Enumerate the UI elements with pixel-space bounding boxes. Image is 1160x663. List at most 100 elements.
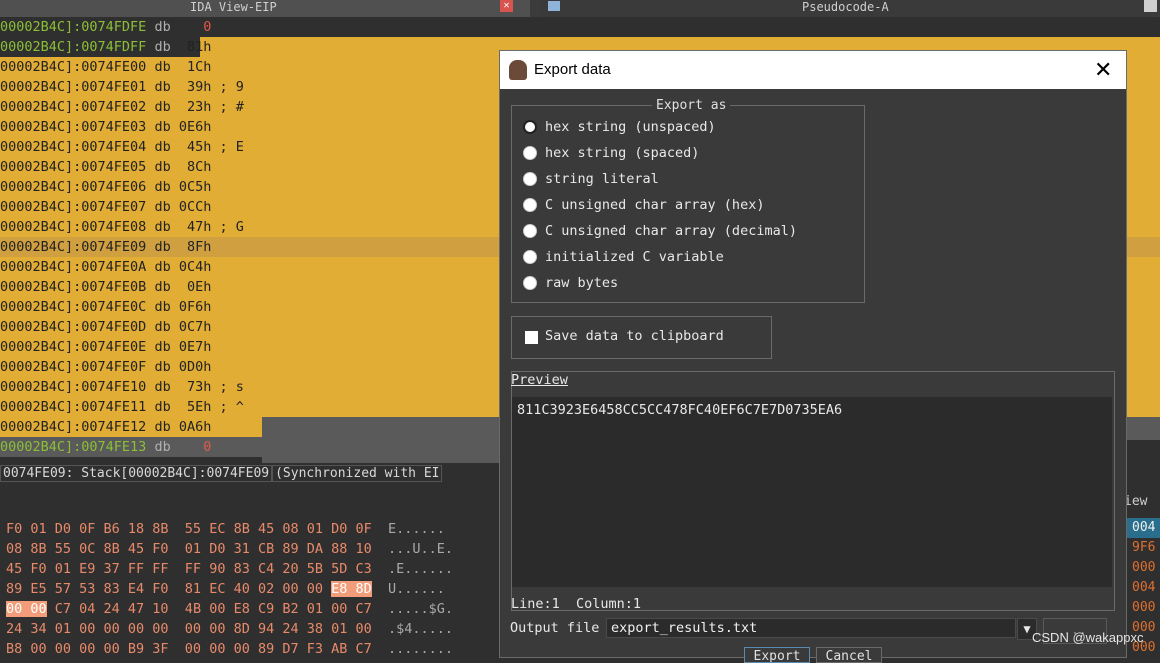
tab-ida-view[interactable]: IDA View-EIP ✕ bbox=[0, 0, 530, 17]
radio-unselected-icon[interactable] bbox=[523, 250, 537, 264]
export-format-label[interactable]: string literal bbox=[545, 169, 659, 189]
hex-selected-bytes[interactable]: E8 8D bbox=[331, 581, 372, 597]
export-format-option[interactable]: hex string (unspaced) bbox=[523, 117, 853, 137]
hex-bytes[interactable]: 08 8B 55 0C 8B 45 F0 01 D0 31 CB 89 DA 8… bbox=[6, 541, 372, 557]
right-pane-value: 004 bbox=[1132, 520, 1156, 535]
radio-selected-icon[interactable] bbox=[523, 120, 537, 134]
disasm-address[interactable]: 00002B4C]:0074FE0E bbox=[0, 339, 146, 355]
export-format-option[interactable]: C unsigned char array (decimal) bbox=[523, 221, 853, 241]
disasm-address[interactable]: 00002B4C]:0074FE03 bbox=[0, 119, 146, 135]
disasm-address[interactable]: 00002B4C]:0074FE06 bbox=[0, 179, 146, 195]
export-format-label[interactable]: initialized C variable bbox=[545, 247, 724, 267]
export-format-label[interactable]: raw bytes bbox=[545, 273, 618, 293]
disasm-mnemonic: db bbox=[154, 319, 171, 335]
radio-unselected-icon[interactable] bbox=[523, 198, 537, 212]
hex-bytes[interactable]: 24 34 01 00 00 00 00 00 00 8D 94 24 38 0… bbox=[6, 621, 372, 637]
hex-bytes[interactable]: 45 F0 01 E9 37 FF FF FF 90 83 C4 20 5B 5… bbox=[6, 561, 372, 577]
disasm-value: 8Ch bbox=[178, 159, 212, 175]
radio-unselected-icon[interactable] bbox=[523, 172, 537, 186]
disasm-mnemonic: db bbox=[154, 259, 171, 275]
dialog-titlebar[interactable]: Export data ✕ bbox=[500, 51, 1126, 89]
hex-row[interactable]: 08 8B 55 0C 8B 45 F0 01 D0 31 CB 89 DA 8… bbox=[6, 539, 453, 559]
cancel-button[interactable]: Cancel bbox=[816, 647, 882, 663]
disasm-value: 47h bbox=[178, 219, 212, 235]
disasm-address[interactable]: 00002B4C]:0074FE0A bbox=[0, 259, 146, 275]
disasm-address[interactable]: 00002B4C]:0074FE13 bbox=[0, 439, 146, 455]
close-icon[interactable]: ✕ bbox=[500, 0, 513, 12]
disasm-address[interactable]: 00002B4C]:0074FDFE bbox=[0, 19, 146, 35]
disasm-address[interactable]: 00002B4C]:0074FE09 bbox=[0, 239, 146, 255]
export-format-option[interactable]: raw bytes bbox=[523, 273, 853, 293]
disasm-address[interactable]: 00002B4C]:0074FE08 bbox=[0, 219, 146, 235]
cursor-position: Line:1 Column:1 bbox=[511, 596, 642, 612]
radio-unselected-icon[interactable] bbox=[523, 224, 537, 238]
export-format-option[interactable]: initialized C variable bbox=[523, 247, 853, 267]
hex-bytes[interactable]: 89 E5 57 53 83 E4 F0 81 EC 40 02 00 00 bbox=[6, 581, 331, 597]
disasm-address[interactable]: 00002B4C]:0074FE00 bbox=[0, 59, 146, 75]
disasm-line[interactable]: 00002B4C]:0074FDFE db 0 bbox=[0, 17, 1160, 37]
export-as-group: Export as hex string (unspaced) hex strin… bbox=[511, 98, 865, 303]
disasm-address[interactable]: 00002B4C]:0074FE07 bbox=[0, 199, 146, 215]
disasm-address[interactable]: 00002B4C]:0074FE12 bbox=[0, 419, 146, 435]
disasm-address[interactable]: 00002B4C]:0074FE02 bbox=[0, 99, 146, 115]
hex-row[interactable]: 24 34 01 00 00 00 00 00 00 8D 94 24 38 0… bbox=[6, 619, 453, 639]
disasm-address[interactable]: 00002B4C]:0074FE10 bbox=[0, 379, 146, 395]
preview-textarea[interactable]: 811C3923E6458CC5CC478FC40EF6C7E7D0735EA6 bbox=[512, 397, 1112, 587]
disasm-mnemonic: db bbox=[154, 219, 171, 235]
export-format-option[interactable]: string literal bbox=[523, 169, 853, 189]
disasm-mnemonic: db bbox=[154, 279, 171, 295]
close-icon[interactable]: ✕ bbox=[1094, 57, 1112, 83]
radio-unselected-icon[interactable] bbox=[523, 146, 537, 160]
disasm-address[interactable]: 00002B4C]:0074FDFF bbox=[0, 39, 146, 55]
radio-unselected-icon[interactable] bbox=[523, 276, 537, 290]
disasm-value: 73h bbox=[178, 379, 212, 395]
disasm-mnemonic: db bbox=[154, 339, 171, 355]
location-text: 0074FE09: Stack[00002B4C]:0074FE09 bbox=[0, 465, 273, 482]
hex-ascii: .$4..... bbox=[388, 621, 454, 637]
disasm-line[interactable]: 00002B4C]:0074FE12 db 0A6h bbox=[0, 417, 262, 437]
hex-row[interactable]: 89 E5 57 53 83 E4 F0 81 EC 40 02 00 00 E… bbox=[6, 579, 445, 599]
location-status: 0074FE09: Stack[00002B4C]:0074FE09 (Synch… bbox=[0, 463, 510, 485]
disasm-address[interactable]: 00002B4C]:0074FE0F bbox=[0, 359, 146, 375]
hex-bytes[interactable]: B8 00 00 00 00 B9 3F 00 00 00 89 D7 F3 A… bbox=[6, 641, 372, 657]
export-format-label[interactable]: C unsigned char array (decimal) bbox=[545, 221, 797, 241]
hex-selected-bytes[interactable]: 00 00 bbox=[6, 601, 47, 617]
disasm-comment: ; ^ bbox=[211, 399, 244, 415]
disasm-address[interactable]: 00002B4C]:0074FE0B bbox=[0, 279, 146, 295]
disasm-mnemonic: db bbox=[154, 299, 171, 315]
export-format-option[interactable]: hex string (spaced) bbox=[523, 143, 853, 163]
disasm-comment: ; s bbox=[211, 379, 244, 395]
disasm-value: 0C7h bbox=[178, 319, 212, 335]
hex-ascii: E...... bbox=[388, 521, 445, 537]
hex-view[interactable]: F0 01 D0 0F B6 18 8B 55 EC 8B 45 08 01 D… bbox=[0, 516, 510, 659]
pseudocode-icon bbox=[548, 1, 560, 11]
disasm-value: 45h bbox=[178, 139, 212, 155]
disasm-address[interactable]: 00002B4C]:0074FE11 bbox=[0, 399, 146, 415]
disasm-address[interactable]: 00002B4C]:0074FE04 bbox=[0, 139, 146, 155]
hex-bytes[interactable]: C7 04 24 47 10 4B 00 E8 C9 B2 01 00 C7 bbox=[47, 601, 372, 617]
export-format-label[interactable]: C unsigned char array (hex) bbox=[545, 195, 764, 215]
save-to-clipboard-label[interactable]: Save data to clipboard bbox=[545, 328, 724, 344]
hex-row[interactable]: 00 00 C7 04 24 47 10 4B 00 E8 C9 B2 01 0… bbox=[6, 599, 453, 619]
hex-row[interactable]: 45 F0 01 E9 37 FF FF FF 90 83 C4 20 5B 5… bbox=[6, 559, 453, 579]
hex-row[interactable]: F0 01 D0 0F B6 18 8B 55 EC 8B 45 08 01 D… bbox=[6, 519, 445, 539]
hex-row[interactable]: B8 00 00 00 00 B9 3F 00 00 00 89 D7 F3 A… bbox=[6, 639, 453, 659]
close-icon[interactable] bbox=[1144, 0, 1157, 12]
save-to-clipboard-checkbox[interactable] bbox=[525, 331, 538, 344]
disasm-address[interactable]: 00002B4C]:0074FE05 bbox=[0, 159, 146, 175]
disasm-value: 81h bbox=[178, 39, 212, 55]
export-format-option[interactable]: C unsigned char array (hex) bbox=[523, 195, 853, 215]
disasm-address[interactable]: 00002B4C]:0074FE01 bbox=[0, 79, 146, 95]
disasm-mnemonic: db bbox=[154, 79, 171, 95]
export-button[interactable]: Export bbox=[744, 647, 810, 663]
right-pane-value: 000 bbox=[1132, 560, 1156, 575]
hex-bytes[interactable]: F0 01 D0 0F B6 18 8B 55 EC 8B 45 08 01 D… bbox=[6, 521, 372, 537]
tab-pseudocode[interactable]: Pseudocode-A bbox=[540, 0, 1157, 17]
export-format-label[interactable]: hex string (spaced) bbox=[545, 143, 699, 163]
disasm-mnemonic: db bbox=[154, 99, 171, 115]
disasm-value: 39h bbox=[178, 79, 212, 95]
export-format-label[interactable]: hex string (unspaced) bbox=[545, 117, 716, 137]
disasm-address[interactable]: 00002B4C]:0074FE0C bbox=[0, 299, 146, 315]
output-file-input[interactable] bbox=[606, 618, 1016, 638]
disasm-address[interactable]: 00002B4C]:0074FE0D bbox=[0, 319, 146, 335]
